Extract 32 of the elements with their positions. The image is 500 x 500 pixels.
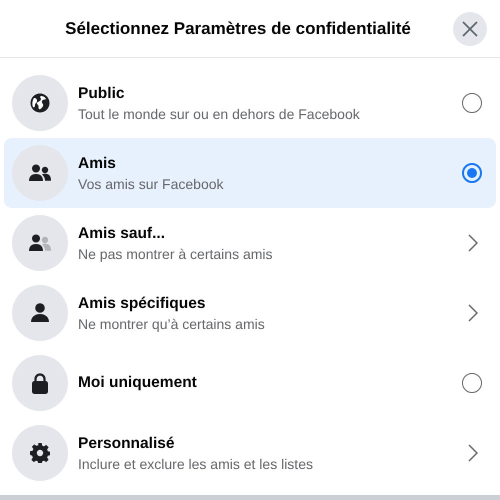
dialog-title: Sélectionnez Paramètres de confidentialité [65, 18, 411, 38]
close-icon [462, 21, 478, 37]
radio-button[interactable] [462, 163, 482, 183]
globe-icon [30, 93, 50, 113]
gear-icon [30, 443, 50, 463]
option-title: Amis spécifiques [78, 294, 206, 312]
privacy-option[interactable]: Moi uniquement [4, 348, 496, 418]
option-description: Ne pas montrer à certains amis [78, 246, 274, 262]
option-description: Inclure et exclure les amis et les listes [78, 456, 314, 472]
chevron-icon[interactable] [468, 444, 478, 462]
option-description: Tout le monde sur ou en dehors de Facebook [78, 106, 361, 122]
privacy-option[interactable]: Public Tout le monde sur ou en dehors de Facebook [4, 68, 496, 138]
radio-button[interactable] [462, 373, 482, 393]
privacy-option[interactable]: Amis Vos amis sur Facebook [4, 138, 496, 208]
chevron-icon[interactable] [468, 304, 478, 322]
option-title: Public [78, 84, 126, 102]
privacy-option[interactable]: Personnalisé Inclure et exclure les amis et les listes [4, 418, 496, 488]
option-title: Amis [78, 154, 117, 172]
privacy-option[interactable]: Amis sauf... Ne pas montrer à certains amis [4, 208, 496, 278]
person-icon [31, 303, 49, 323]
option-title: Personnalisé [78, 434, 176, 452]
option-description: Vos amis sur Facebook [78, 176, 225, 192]
lock-icon [32, 372, 48, 394]
option-title: Moi uniquement [78, 374, 198, 392]
option-title: Amis sauf... [78, 224, 166, 242]
privacy-option[interactable]: Amis spécifiques Ne montrer qu’à certains amis [4, 278, 496, 348]
radio-button[interactable] [462, 93, 482, 113]
friends-icon [29, 234, 51, 252]
chevron-icon[interactable] [468, 234, 478, 252]
close-button[interactable] [453, 12, 487, 46]
option-description: Ne montrer qu’à certains amis [78, 316, 266, 332]
friends-icon [29, 164, 51, 182]
